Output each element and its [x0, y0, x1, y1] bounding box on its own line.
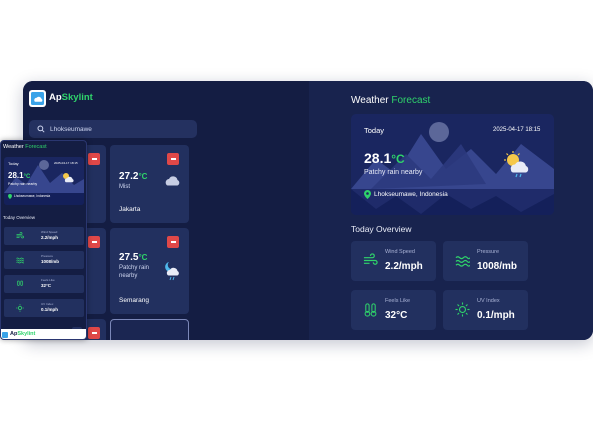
delete-button[interactable]: [88, 153, 100, 165]
cloud-icon: [165, 176, 180, 186]
wind-icon: [16, 232, 24, 239]
hero-temperature: 28.1°C: [364, 150, 405, 166]
card-city: Semarang: [119, 297, 149, 304]
thermometer-icon: [364, 303, 377, 317]
location-pin-icon: [8, 194, 12, 199]
sun-icon: [16, 304, 24, 312]
metric-uv-index: UV Index 0.1/mph: [443, 290, 528, 330]
mobile-metric-pressure: Pressure 1008/mb: [4, 251, 84, 269]
thermometer-icon: [17, 280, 23, 286]
metric-wind-speed: Wind Speed 2.2/mph: [351, 241, 436, 281]
mobile-hero-card: Today 2025-04-17 18:15 28.1°C Patchy rai…: [4, 157, 84, 205]
search-bar[interactable]: [29, 120, 197, 138]
card-city: Jakarta: [119, 206, 141, 213]
city-card-semarang[interactable]: 27.5°C Patchy rain nearby Semarang: [110, 228, 189, 314]
hero-today-label: Today: [364, 126, 385, 135]
metric-label: Pressure: [477, 249, 500, 255]
mobile-datetime: 2025-04-17 18:15: [54, 161, 78, 165]
moon-rain-icon: [165, 262, 179, 281]
metric-value: 32°C: [41, 283, 52, 288]
metric-label: UV Index: [477, 298, 500, 304]
add-city-card[interactable]: [110, 319, 189, 340]
sun-cloud-rain-icon: [504, 151, 529, 178]
metric-value: 1008/mb: [477, 261, 518, 272]
waves-icon: [455, 256, 470, 267]
location-pin-icon: [364, 190, 371, 199]
mobile-metric-feels-like: Feels Like 32°C: [4, 275, 84, 293]
card-condition: Mist: [119, 184, 130, 190]
metric-value: 2.2/mph: [41, 235, 59, 240]
hero-location: Lhokseumawe, Indonesia: [374, 191, 448, 198]
card-temperature: 27.2°C: [119, 171, 148, 182]
sun-icon: [455, 302, 470, 317]
mobile-location: Lhokseumawe, Indonesia: [14, 194, 51, 198]
mobile-bottom-bar: ApSkylint: [1, 329, 86, 339]
metric-label: UV Index: [41, 302, 54, 306]
sun-cloud-rain-icon: [63, 173, 74, 183]
mobile-brand-name: ApSkylint: [10, 331, 36, 337]
metric-label: Feels Like: [41, 278, 55, 282]
search-input[interactable]: [50, 125, 190, 133]
city-card-jakarta[interactable]: 27.2°C Mist Jakarta: [110, 145, 189, 223]
mobile-overview-title: Today Overview: [3, 215, 36, 220]
mobile-metric-uv-index: UV Index 0.1/mph: [4, 299, 84, 317]
card-condition: Patchy rain nearby: [119, 265, 150, 279]
mobile-metric-wind-speed: Wind Speed 2.2/mph: [4, 227, 84, 245]
metric-value: 2.2/mph: [385, 261, 423, 272]
metric-value: 1008/mb: [41, 259, 60, 264]
metric-value: 0.1/mph: [41, 307, 59, 312]
delete-button[interactable]: [88, 327, 100, 339]
app-window: ApSkylint 27.2°C Mist Jakarta: [23, 81, 593, 340]
right-pane: Weather Forecast Today 2025-04-17 18:15 …: [309, 81, 593, 340]
mobile-condition: Patchy rain nearby: [8, 182, 38, 186]
delete-button[interactable]: [167, 153, 179, 165]
metric-label: Feels Like: [385, 298, 411, 304]
card-temperature: 27.5°C: [119, 252, 148, 263]
wind-icon: [363, 253, 378, 265]
metric-feels-like: Feels Like 32°C: [351, 290, 436, 330]
metric-value: 0.1/mph: [477, 310, 515, 321]
forecast-title: Weather Forecast: [351, 95, 431, 106]
today-hero-card: Today 2025-04-17 18:15 28.1°C Patchy rai…: [351, 114, 554, 215]
mobile-preview: Weather Forecast Today 2025-04-17 18:15 …: [0, 140, 87, 340]
metric-value: 32°C: [385, 310, 408, 321]
app-logo[interactable]: [29, 90, 46, 107]
mobile-forecast-title: Weather Forecast: [3, 144, 47, 150]
hero-condition: Patchy rain nearby: [364, 169, 423, 176]
metric-label: Wind Speed: [385, 249, 415, 255]
delete-button[interactable]: [167, 236, 179, 248]
search-icon: [37, 125, 45, 133]
delete-button[interactable]: [88, 236, 100, 248]
mobile-today-label: Today: [8, 161, 19, 166]
waves-icon: [16, 257, 24, 264]
app-logo[interactable]: [2, 332, 8, 338]
hero-datetime: 2025-04-17 18:15: [493, 127, 541, 133]
overview-title: Today Overview: [351, 224, 412, 234]
metric-pressure: Pressure 1008/mb: [443, 241, 528, 281]
brand-name: ApSkylint: [49, 92, 93, 103]
metric-label: Wind Speed: [41, 230, 58, 234]
metric-label: Pressure: [41, 254, 54, 258]
mobile-temperature: 28.1°C: [8, 171, 31, 180]
